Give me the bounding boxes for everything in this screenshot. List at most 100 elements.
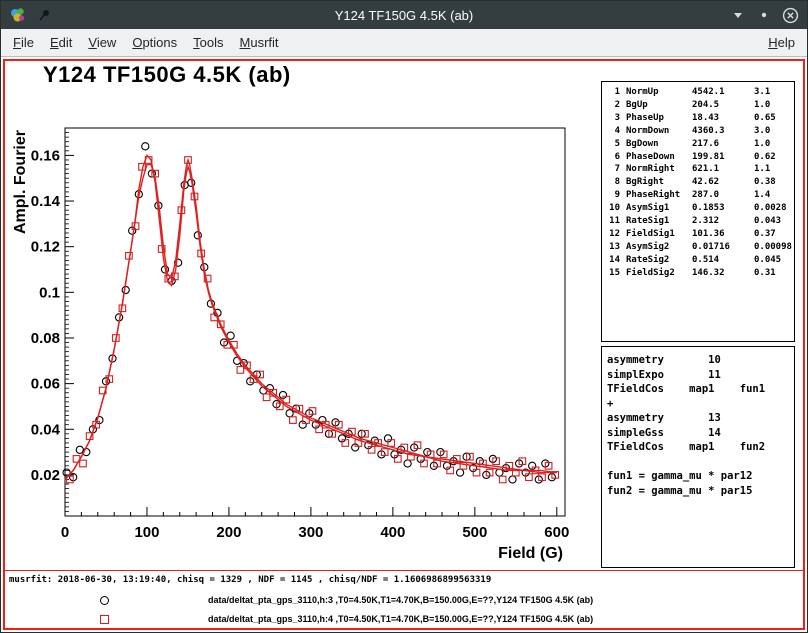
menu-item-options[interactable]: Options (124, 31, 185, 54)
theory-line: fun2 = gamma_mu * par15 (607, 484, 794, 499)
root-canvas[interactable]: Y124 TF150G 4.5K (ab) 010020030040050060… (3, 59, 805, 630)
legend-entry: data/deltat_pta_gps_3110,h:4 ,T0=4.50K,T… (5, 612, 799, 627)
param-val: 0.01716 (692, 241, 754, 254)
app-icon (9, 6, 27, 24)
param-num: 3 (606, 112, 620, 125)
param-err: 0.38 (754, 176, 791, 189)
param-val: 18.43 (692, 112, 754, 125)
param-num: 1 (606, 86, 620, 99)
menu-item-file[interactable]: File (5, 31, 42, 54)
param-err: 1.1 (754, 163, 791, 176)
footer-separator (5, 570, 803, 571)
data-point-circle (122, 286, 129, 293)
param-row: 15FieldSig2146.320.31 (606, 267, 791, 280)
param-err: 0.043 (754, 215, 791, 228)
param-val: 2.312 (692, 215, 754, 228)
param-row: 10AsymSig10.18530.0028 (606, 202, 791, 215)
param-name: BgDown (626, 138, 692, 151)
param-val: 287.0 (692, 189, 754, 202)
theory-line: TFieldCos map1 fun1 (607, 382, 794, 397)
menu-item-edit[interactable]: Edit (42, 31, 80, 54)
param-num: 10 (606, 202, 620, 215)
titlebar[interactable]: Y124 TF150G 4.5K (ab) (1, 1, 807, 29)
x-axis-title: Field (G) (498, 545, 563, 562)
chevron-down-icon[interactable] (729, 6, 747, 24)
param-err: 3.1 (754, 86, 791, 99)
menu-item-view[interactable]: View (80, 31, 124, 54)
y-tick-label: 0.1 (39, 284, 60, 301)
param-num: 11 (606, 215, 620, 228)
data-point-circle (457, 469, 464, 476)
param-row: 14RateSig20.5140.045 (606, 254, 791, 267)
param-num: 5 (606, 138, 620, 151)
y-tick-label: 0.08 (31, 330, 60, 347)
param-row: 8 BgRight42.620.38 (606, 176, 791, 189)
y-tick-label: 0.12 (31, 239, 60, 256)
theory-line: + (607, 397, 794, 412)
fit-parameters-panel: 1NormUp4542.13.12BgUp204.51.03PhaseUp18.… (601, 81, 795, 342)
data-point-circle (404, 460, 411, 467)
param-num: 13 (606, 241, 620, 254)
param-row: 3 PhaseUp18.430.65 (606, 112, 791, 125)
param-name: AsymSig2 (626, 241, 692, 254)
y-tick-label: 0.04 (31, 421, 61, 438)
param-num: 2 (606, 99, 620, 112)
fit-line (65, 160, 557, 480)
data-point-square (237, 367, 244, 374)
y-tick-label: 0.14 (31, 193, 61, 210)
param-name: PhaseUp (626, 112, 692, 125)
param-num: 14 (606, 254, 620, 267)
param-name: NormUp (626, 86, 692, 99)
app-window: Y124 TF150G 4.5K (ab) FileEditViewOption… (0, 0, 808, 633)
fourier-plot[interactable]: 01002003004005006000.020.040.060.080.10.… (7, 116, 573, 566)
fit-line (65, 155, 557, 479)
param-name: NormRight (626, 163, 692, 176)
param-err: 0.65 (754, 112, 791, 125)
param-err: 0.045 (754, 254, 791, 267)
menu-item-help[interactable]: Help (760, 31, 803, 54)
data-point-circle (509, 476, 516, 483)
fit-stats: musrfit: 2018-06-30, 13:19:40, chisq = 1… (9, 575, 491, 585)
sticky-dot-icon[interactable] (755, 6, 773, 24)
y-tick-label: 0.16 (31, 147, 60, 164)
legend-circle-marker-icon (100, 596, 109, 605)
param-row: 9PhaseRight287.01.4 (606, 189, 791, 202)
param-row: 13 AsymSig20.017160.00098 (606, 241, 791, 254)
param-name: AsymSig1 (626, 202, 692, 215)
param-num: 8 (606, 176, 620, 189)
param-row: 7 NormRight621.11.1 (606, 163, 791, 176)
param-err: 0.00098 (754, 241, 792, 254)
y-axis-title: Ampl. Fourier (12, 130, 29, 234)
param-name: BgRight (626, 176, 692, 189)
pin-icon[interactable] (35, 6, 53, 24)
data-point-square (263, 394, 270, 401)
param-row: 6PhaseDown199.810.62 (606, 151, 791, 164)
theory-line: asymmetry 10 (607, 353, 794, 368)
data-point-circle (286, 410, 293, 417)
data-point-square (499, 476, 506, 483)
param-val: 42.62 (692, 176, 754, 189)
menu-item-tools[interactable]: Tools (185, 31, 231, 54)
x-tick-label: 200 (216, 524, 241, 541)
x-tick-label: 600 (544, 524, 569, 541)
theory-line: TFieldCos map1 fun2 (607, 440, 794, 455)
param-val: 199.81 (692, 151, 754, 164)
param-num: 9 (606, 189, 620, 202)
param-name: PhaseDown (626, 151, 692, 164)
param-num: 6 (606, 151, 620, 164)
menu-item-musrfit[interactable]: Musrfit (232, 31, 287, 54)
param-err: 3.0 (754, 125, 791, 138)
param-val: 0.514 (692, 254, 754, 267)
param-val: 4542.1 (692, 86, 754, 99)
close-icon[interactable] (781, 6, 799, 24)
menubar: FileEditViewOptionsToolsMusrfit Help (1, 29, 807, 57)
data-point-circle (142, 143, 149, 150)
param-val: 621.1 (692, 163, 754, 176)
param-num: 7 (606, 163, 620, 176)
param-err: 1.0 (754, 99, 791, 112)
param-num: 12 (606, 228, 620, 241)
theory-line: simpleGss 14 (607, 426, 794, 441)
data-point-square (80, 460, 87, 467)
param-name: FieldSig1 (626, 228, 692, 241)
plot-title: Y124 TF150G 4.5K (ab) (43, 62, 291, 88)
